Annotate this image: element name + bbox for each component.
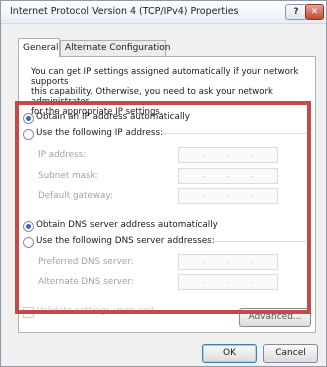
obtain-dns-auto-radio[interactable] — [23, 221, 34, 232]
close-button[interactable]: ✕ — [305, 4, 324, 20]
default-gateway-label: Default gateway: — [38, 191, 113, 201]
preferred-dns-input[interactable]: ... — [178, 254, 278, 270]
obtain-ip-auto-radio[interactable] — [23, 113, 34, 124]
ip-address-label: IP address: — [38, 150, 87, 160]
tab-general[interactable]: General — [18, 38, 60, 57]
tab-alternate-configuration[interactable]: Alternate Configuration — [60, 40, 170, 56]
intro-line-1: You can get IP settings assigned automat… — [31, 67, 299, 87]
obtain-dns-auto-label: Obtain DNS server address automatically — [36, 220, 218, 230]
help-button[interactable]: ? — [285, 4, 307, 20]
ip-address-input[interactable]: ... — [178, 147, 278, 163]
intro-line-2: this capability. Otherwise, you need to … — [31, 87, 273, 107]
window-title: Internet Protocol Version 4 (TCP/IPv4) P… — [10, 6, 239, 17]
subnet-mask-label: Subnet mask: — [38, 171, 99, 181]
validate-settings-label: Validate settings upon exit — [37, 306, 155, 316]
use-following-ip-label: Use the following IP address: — [36, 128, 164, 138]
ok-button[interactable]: OK — [202, 344, 257, 363]
use-following-dns-radio[interactable] — [23, 237, 34, 248]
validate-settings-checkbox[interactable] — [23, 307, 34, 318]
preferred-dns-label: Preferred DNS server: — [38, 257, 134, 267]
intro-text: You can get IP settings assigned automat… — [31, 67, 315, 117]
alternate-dns-input[interactable]: ... — [178, 274, 278, 290]
obtain-ip-auto-label: Obtain an IP address automatically — [36, 112, 190, 122]
advanced-button[interactable]: Advanced... — [239, 308, 311, 327]
ip-group-line — [161, 133, 306, 134]
properties-dialog: Internet Protocol Version 4 (TCP/IPv4) P… — [0, 0, 327, 367]
dns-group-line — [206, 241, 306, 242]
use-following-ip-radio[interactable] — [23, 129, 34, 140]
title-bar: Internet Protocol Version 4 (TCP/IPv4) P… — [1, 1, 326, 24]
cancel-button[interactable]: Cancel — [263, 344, 318, 363]
use-following-dns-label: Use the following DNS server addresses: — [36, 236, 215, 246]
default-gateway-input[interactable]: ... — [178, 188, 278, 204]
subnet-mask-input[interactable]: ... — [178, 168, 278, 184]
alternate-dns-label: Alternate DNS server: — [38, 277, 134, 287]
